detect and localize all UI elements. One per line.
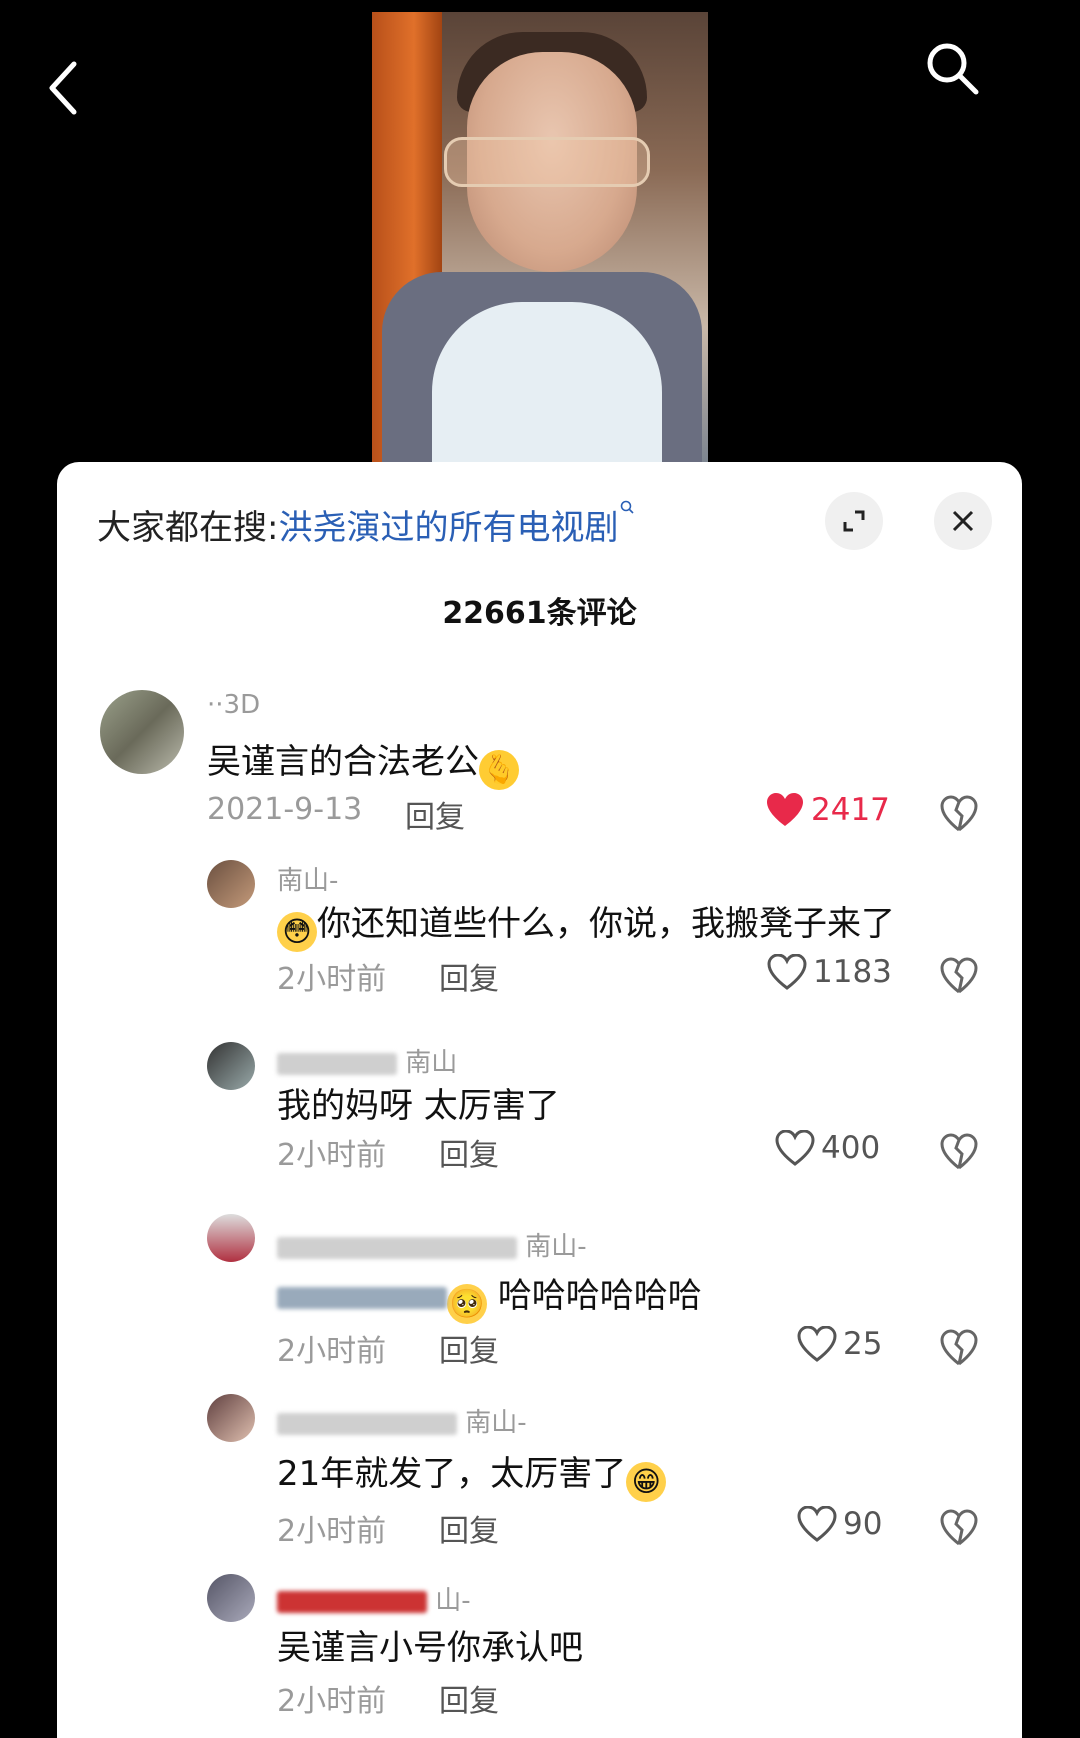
comment-count: 22661条评论 (442, 596, 637, 631)
video-thumbnail[interactable] (372, 12, 708, 462)
like-button[interactable]: 90 (797, 1506, 882, 1542)
shirt-shape (432, 302, 662, 462)
like-count: 1183 (813, 954, 892, 990)
like-count: 400 (821, 1130, 881, 1166)
username[interactable]: 山- (277, 1580, 471, 1617)
avatar[interactable] (207, 1042, 255, 1090)
glasses-shape (444, 137, 650, 187)
search-icon (927, 43, 979, 95)
username[interactable]: ··3D (207, 690, 260, 720)
avatar[interactable] (207, 1394, 255, 1442)
reply-button[interactable]: 回复 (439, 954, 499, 998)
comment-text: 我的妈呀 太厉害了 (277, 1086, 560, 1126)
heart-icon (767, 793, 803, 826)
embarrassed-emoji-icon: 😳 (277, 912, 317, 952)
comment-text: 🥺 哈哈哈哈哈哈 (277, 1268, 702, 1324)
like-count: 90 (843, 1506, 883, 1542)
small-search-icon (621, 500, 635, 514)
avatar[interactable] (100, 690, 184, 774)
search-suggestion-link[interactable]: 洪尧演过的所有电视剧 (278, 508, 618, 548)
reply-button[interactable]: 回复 (439, 1506, 499, 1550)
comment-text: 😳 你还知道些什么，你说，我搬凳子来了 (277, 896, 895, 952)
broken-heart-icon[interactable] (939, 956, 979, 996)
comment-date: 2小时前 (277, 1138, 387, 1173)
avatar[interactable] (207, 860, 255, 908)
redacted-name (277, 1052, 397, 1075)
expand-icon (843, 510, 865, 532)
avatar[interactable] (207, 1574, 255, 1622)
search-suggestion[interactable]: 大家都在搜:洪尧演过的所有电视剧 (97, 500, 635, 549)
search-suggestion-prefix: 大家都在搜: (97, 508, 279, 548)
comment-date: 2021-9-13 (207, 792, 363, 827)
heart-icon (767, 954, 807, 990)
close-icon (952, 510, 974, 532)
redacted-name (277, 1412, 457, 1435)
comment-text: 21年就发了，太厉害了 😁 (277, 1446, 667, 1502)
close-button[interactable] (934, 492, 992, 550)
comment-sheet: 大家都在搜:洪尧演过的所有电视剧 22661条评论 ··3D 吴谨言的合法老公🫰… (57, 462, 1022, 1738)
like-button[interactable]: 1183 (767, 954, 892, 990)
comment-date: 2小时前 (277, 1514, 387, 1549)
heart-icon (775, 1130, 815, 1166)
username[interactable]: 南山- (277, 1226, 587, 1263)
username[interactable]: 南山- (277, 1402, 527, 1439)
username[interactable]: 南山 (277, 1042, 457, 1079)
broken-heart-icon[interactable] (939, 794, 979, 834)
redacted-text (277, 1286, 447, 1309)
back-button[interactable] (44, 58, 84, 118)
redacted-name (277, 1236, 517, 1259)
like-button[interactable]: 400 (775, 1130, 880, 1166)
reply-button[interactable]: 回复 (439, 1676, 499, 1720)
broken-heart-icon[interactable] (939, 1132, 979, 1172)
search-button[interactable] (922, 38, 982, 98)
reply-button[interactable]: 回复 (439, 1130, 499, 1174)
comment-text: 吴谨言小号你承认吧 (277, 1628, 583, 1668)
pleading-face-emoji-icon: 🥺 (447, 1284, 487, 1324)
heart-hand-emoji-icon: 🫰 (479, 750, 519, 790)
expand-button[interactable] (825, 492, 883, 550)
heart-icon (797, 1326, 837, 1362)
like-button[interactable]: 2417 (765, 792, 890, 828)
like-button[interactable]: 25 (797, 1326, 882, 1362)
broken-heart-icon[interactable] (939, 1328, 979, 1368)
heart-icon (797, 1506, 837, 1542)
comment-text: 吴谨言的合法老公🫰 (207, 734, 519, 790)
username[interactable]: 南山- (277, 860, 338, 897)
chevron-left-icon (49, 61, 77, 115)
reply-button[interactable]: 回复 (405, 792, 465, 836)
like-count: 2417 (811, 792, 890, 828)
reply-button[interactable]: 回复 (439, 1326, 499, 1370)
grinning-emoji-icon: 😁 (626, 1462, 667, 1502)
comment-date: 2小时前 (277, 1684, 387, 1719)
comment-date: 2小时前 (277, 1334, 387, 1369)
like-count: 25 (843, 1326, 883, 1362)
comment-date: 2小时前 (277, 962, 387, 997)
redacted-name (277, 1590, 427, 1613)
avatar[interactable] (207, 1214, 255, 1262)
broken-heart-icon[interactable] (939, 1508, 979, 1548)
